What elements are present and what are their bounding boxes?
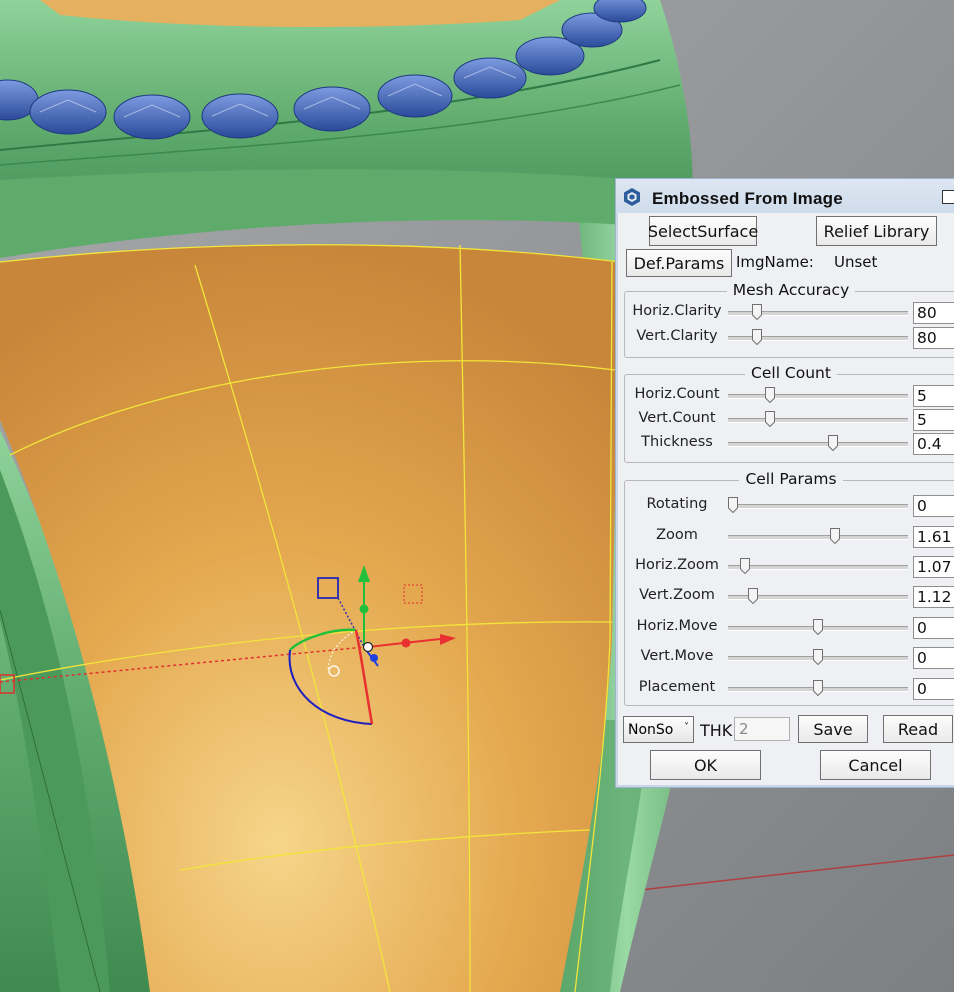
img-name-value: Unset — [834, 253, 878, 271]
mesh-accuracy-title: Mesh Accuracy — [726, 281, 856, 299]
slider-label: Thickness — [641, 434, 713, 450]
slider-thumb[interactable] — [813, 649, 823, 665]
cell-params-group: Cell Params Rotating 0 Zoom 1.61 Horiz.Zoo… — [624, 470, 954, 706]
slider-track[interactable] — [728, 442, 908, 447]
slider-value-input[interactable]: 5 — [913, 385, 954, 407]
cancel-button[interactable]: Cancel — [820, 750, 931, 780]
thk-label: THK — [700, 721, 733, 740]
slider-thumb[interactable] — [765, 387, 776, 403]
mesh-accuracy-group: Mesh Accuracy Horiz.Clarity 80 Vert.Clari… — [624, 281, 954, 358]
slider-thumb[interactable] — [751, 304, 762, 320]
slider-value-input[interactable]: 0 — [913, 495, 954, 517]
app-cube-icon — [624, 188, 640, 206]
ok-button[interactable]: OK — [650, 750, 761, 780]
embossed-from-image-dialog: Embossed From Image SelectSurface Relief… — [615, 178, 954, 788]
select-surface-button[interactable]: SelectSurface — [648, 216, 758, 246]
slider-value-input[interactable]: 80 — [913, 327, 954, 349]
cell-count-title: Cell Count — [745, 364, 837, 382]
slider-value-input[interactable]: 5 — [913, 409, 954, 431]
slider-value-input[interactable]: 0.4 — [913, 433, 954, 455]
maximize-icon[interactable] — [942, 190, 954, 204]
read-button[interactable]: Read — [883, 715, 953, 743]
slider-value-input[interactable]: 0 — [913, 647, 954, 669]
slider-track[interactable] — [728, 394, 908, 399]
slider-thumb[interactable] — [765, 411, 776, 427]
mode-select-value: NonSo — [628, 721, 674, 738]
slider-label: Placement — [638, 679, 716, 695]
slider-label: Rotating — [646, 496, 708, 512]
slider-thumb[interactable] — [828, 435, 839, 451]
dialog-title: Embossed From Image — [652, 189, 843, 208]
slider-thumb[interactable] — [813, 619, 823, 635]
slider-thumb[interactable] — [728, 497, 738, 513]
mode-select[interactable]: NonSo ˅ — [623, 716, 694, 743]
cell-count-group: Cell Count Horiz.Count 5 Vert.Count 5 Thic… — [624, 364, 954, 463]
save-button[interactable]: Save — [798, 715, 868, 743]
slider-label: Horiz.Clarity — [632, 303, 722, 319]
slider-label: Horiz.Zoom — [635, 557, 719, 573]
slider-value-input[interactable]: 1.07 — [913, 556, 954, 578]
slider-thumb[interactable] — [751, 329, 762, 345]
slider-label: Vert.Clarity — [636, 328, 718, 344]
thk-input[interactable]: 2 — [734, 717, 790, 741]
slider-label: Vert.Move — [640, 648, 714, 664]
def-params-button[interactable]: Def.Params — [626, 249, 732, 277]
slider-value-input[interactable]: 0 — [913, 678, 954, 700]
slider-value-input[interactable]: 80 — [913, 302, 954, 324]
slider-thumb[interactable] — [830, 528, 840, 544]
chevron-down-icon: ˅ — [684, 722, 689, 733]
slider-label: Horiz.Move — [636, 618, 718, 634]
slider-track[interactable] — [728, 504, 908, 509]
cell-params-title: Cell Params — [739, 470, 843, 488]
slider-track[interactable] — [728, 535, 908, 540]
slider-thumb[interactable] — [739, 558, 750, 574]
slider-track[interactable] — [728, 565, 908, 570]
slider-label: Vert.Count — [638, 410, 716, 426]
slider-label: Zoom — [656, 527, 698, 543]
dialog-titlebar[interactable]: Embossed From Image — [616, 179, 954, 213]
slider-label: Horiz.Count — [634, 386, 720, 402]
relief-library-button[interactable]: Relief Library — [816, 216, 937, 246]
slider-label: Vert.Zoom — [639, 587, 715, 603]
slider-value-input[interactable]: 1.61 — [913, 526, 954, 548]
slider-thumb[interactable] — [813, 680, 823, 696]
slider-value-input[interactable]: 0 — [913, 617, 954, 639]
slider-value-input[interactable]: 1.12 — [913, 586, 954, 608]
slider-track[interactable] — [728, 418, 908, 423]
slider-thumb[interactable] — [748, 588, 759, 604]
img-name-label: ImgName: — [736, 253, 814, 271]
